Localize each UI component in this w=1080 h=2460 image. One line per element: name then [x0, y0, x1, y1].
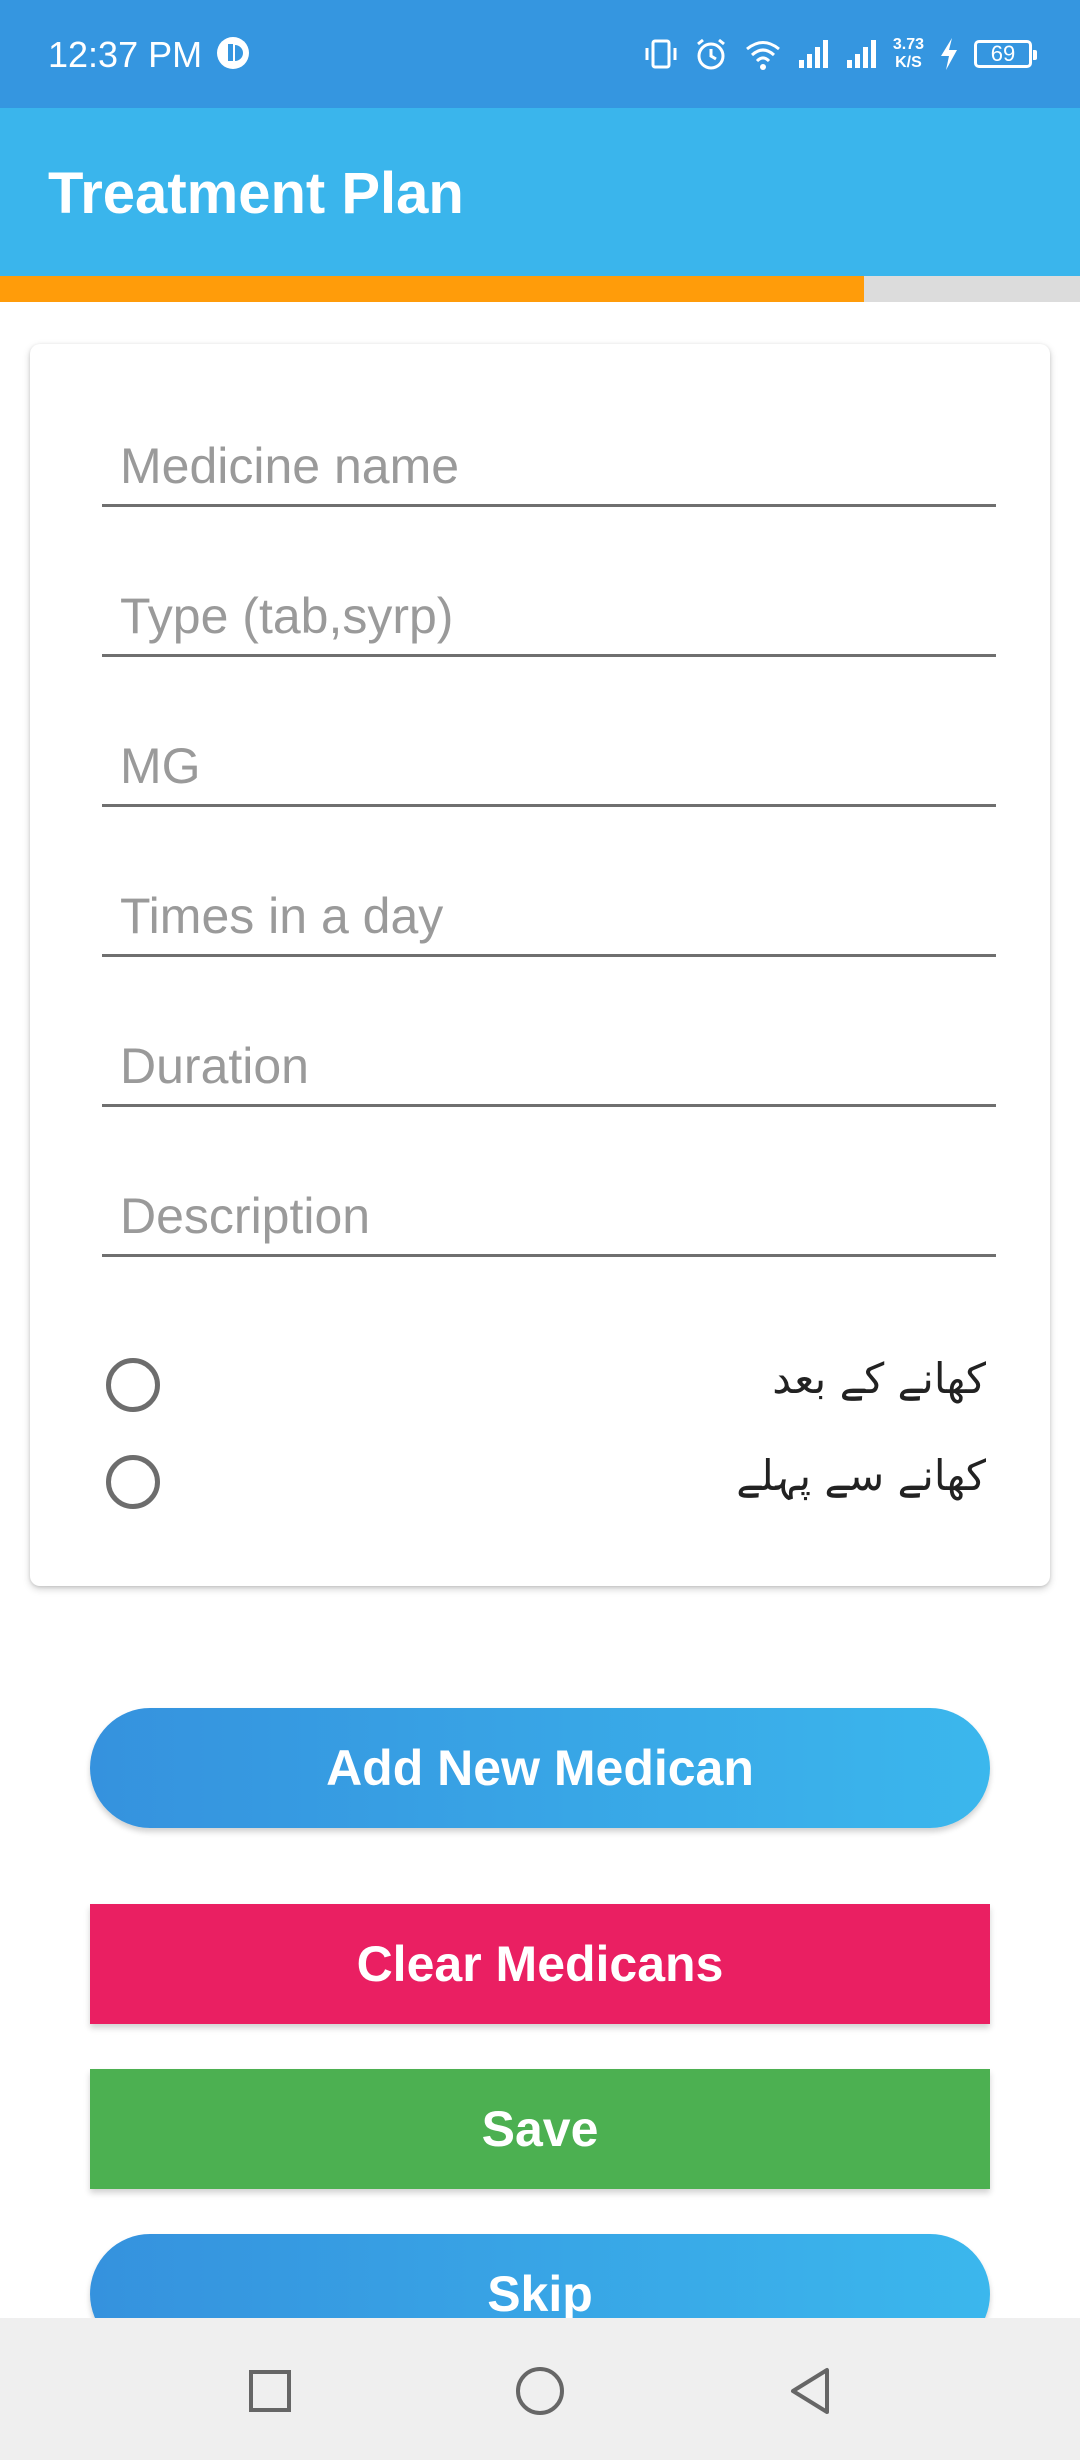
network-speed: 3.73 K/S	[893, 36, 924, 72]
battery-level: 69	[990, 41, 1016, 66]
times-in-a-day-field[interactable]	[102, 890, 996, 957]
app-bar: Treatment Plan	[0, 108, 1080, 276]
radio-button[interactable]	[106, 1358, 160, 1412]
type-field[interactable]	[102, 590, 996, 657]
progress-fill	[0, 276, 864, 302]
signal-icon	[797, 36, 831, 72]
app-notification-icon	[216, 36, 250, 70]
medicine-form-card: کھانے کے بعد کھانے سے پہلے	[30, 344, 1050, 1586]
radio-label: کھانے کے بعد	[772, 1354, 986, 1403]
status-time: 12:37 PM	[48, 34, 203, 75]
navigation-bar	[0, 2318, 1080, 2460]
radio-after-meal[interactable]: کھانے کے بعد	[106, 1354, 986, 1424]
medicine-name-field[interactable]	[102, 440, 996, 507]
save-button[interactable]: Save	[90, 2069, 990, 2189]
radio-label: کھانے سے پہلے	[736, 1451, 986, 1500]
charging-icon	[938, 36, 960, 72]
clear-medicines-button[interactable]: Clear Medicans	[90, 1904, 990, 2024]
status-bar: 12:37 PM 3.73 K/S 69	[0, 0, 1080, 108]
radio-button[interactable]	[106, 1455, 160, 1509]
speed-value: 3.73	[892, 36, 924, 53]
radio-before-meal[interactable]: کھانے سے پہلے	[106, 1451, 986, 1521]
signal-icon	[845, 36, 879, 72]
add-new-medicine-button[interactable]: Add New Medican	[90, 1708, 990, 1828]
home-icon[interactable]	[505, 2356, 575, 2426]
wifi-icon	[743, 36, 783, 72]
speed-unit: K/S	[895, 54, 922, 71]
status-icons: 3.73 K/S 69	[643, 30, 1037, 78]
alarm-icon	[693, 36, 729, 72]
recent-apps-icon[interactable]	[235, 2356, 305, 2426]
back-icon[interactable]	[775, 2356, 845, 2426]
vibrate-icon	[643, 36, 679, 72]
battery-icon: 69	[974, 40, 1037, 68]
progress-bar	[0, 276, 1080, 302]
description-field[interactable]	[102, 1190, 996, 1257]
mg-field[interactable]	[102, 740, 996, 807]
page-title: Treatment Plan	[48, 161, 464, 226]
duration-field[interactable]	[102, 1040, 996, 1107]
